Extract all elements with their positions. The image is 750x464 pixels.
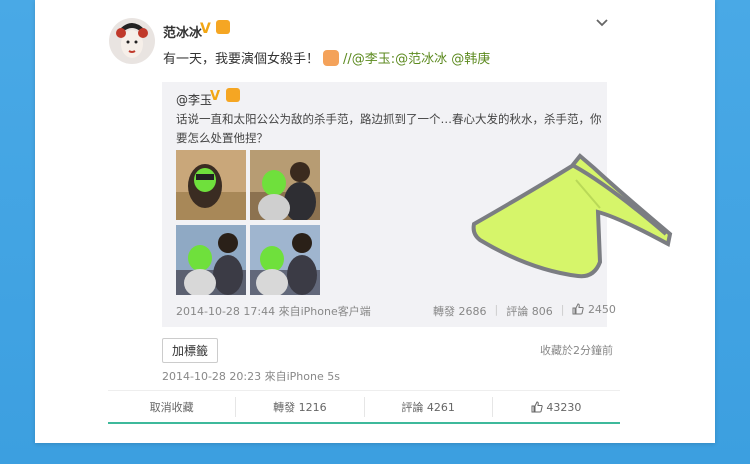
repost-likes-count: 2450 (587, 303, 616, 316)
repost-text: 话说一直和太阳公公为敌的杀手范，路边抓到了一个…春心大发的秋水，杀手范，你要怎么… (176, 112, 602, 145)
like-count: 43230 (546, 400, 582, 414)
repost-button[interactable]: 轉發 1216 (235, 397, 363, 417)
chevron-down-icon[interactable] (595, 16, 609, 30)
medal-icon (226, 88, 240, 102)
sun-visor-image (471, 153, 673, 279)
cancel-favorite-label: 取消收藏 (149, 401, 194, 414)
thumbs-up-icon (572, 303, 585, 315)
photo-thumbnail-3[interactable] (176, 225, 246, 295)
thumbs-up-icon (531, 401, 544, 413)
repost-count: 轉發 1216 (273, 401, 327, 414)
post-timestamp[interactable]: 2014-10-28 20:23 來自iPhone 5s (162, 368, 340, 384)
verified-v-icon: V (200, 21, 211, 37)
author-name[interactable]: 范冰冰 (163, 22, 202, 41)
post-main-text: 有一天，我要演個女殺手！ (163, 52, 320, 67)
repost-reposts[interactable]: 轉發 2686 (433, 303, 487, 319)
repost-timestamp[interactable]: 2014-10-28 17:44 來自iPhone客户端 (176, 303, 371, 319)
divider: | (494, 303, 499, 316)
repost-comments[interactable]: 評論 806 (506, 303, 553, 319)
repost-stats: 轉發 2686 | 評論 806 | 2450 (433, 303, 616, 319)
comment-button[interactable]: 評論 4261 (363, 397, 492, 417)
avatar[interactable] (109, 18, 155, 64)
repost-author[interactable]: @李玉 (176, 91, 212, 108)
favorite-time: 收藏於2分鐘前 (540, 344, 613, 357)
active-indicator (108, 422, 620, 424)
post-text: 有一天，我要演個女殺手！ //@李玉:@范冰冰 @韩庚 (163, 48, 490, 67)
cancel-favorite-button[interactable]: 取消收藏 (108, 397, 235, 417)
photo-thumbnail-1[interactable] (176, 150, 246, 220)
repost-likes[interactable]: 2450 (572, 303, 616, 319)
like-button[interactable]: 43230 (491, 397, 620, 417)
divider: | (560, 303, 565, 316)
action-bar: 取消收藏 轉發 1216 評論 4261 43230 (108, 390, 620, 423)
medal-icon (216, 20, 230, 34)
photo-thumbnail-2[interactable] (250, 150, 320, 220)
emoji-icon (323, 50, 340, 66)
verified-v-icon: V (210, 89, 221, 104)
photo-thumbnail-4[interactable] (250, 225, 320, 295)
comment-count: 評論 4261 (401, 401, 455, 414)
add-tag-button[interactable]: 加標籤 (162, 338, 219, 363)
post-mention-links[interactable]: //@李玉:@范冰冰 @韩庚 (343, 52, 490, 67)
